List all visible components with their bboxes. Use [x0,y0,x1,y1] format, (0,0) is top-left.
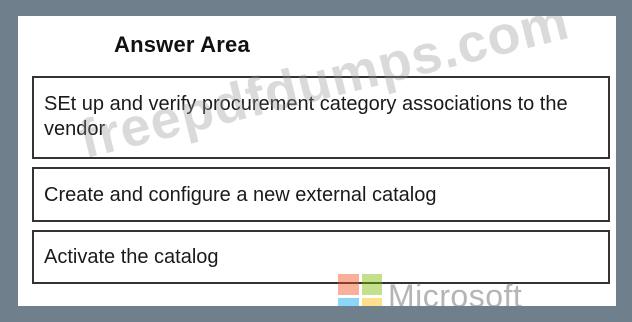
outer-frame: Answer Area SEt up and verify procuremen… [0,0,632,322]
answer-step-1[interactable]: SEt up and verify procurement category a… [32,76,610,159]
answer-area-title: Answer Area [114,32,250,57]
answer-area-panel: Answer Area SEt up and verify procuremen… [18,16,616,306]
answer-step-3-label: Activate the catalog [44,246,219,268]
answer-step-2-label: Create and configure a new external cata… [44,184,437,206]
answer-step-2[interactable]: Create and configure a new external cata… [32,167,610,222]
answer-step-3[interactable]: Activate the catalog [32,230,610,284]
answer-step-1-label: SEt up and verify procurement category a… [44,93,568,140]
